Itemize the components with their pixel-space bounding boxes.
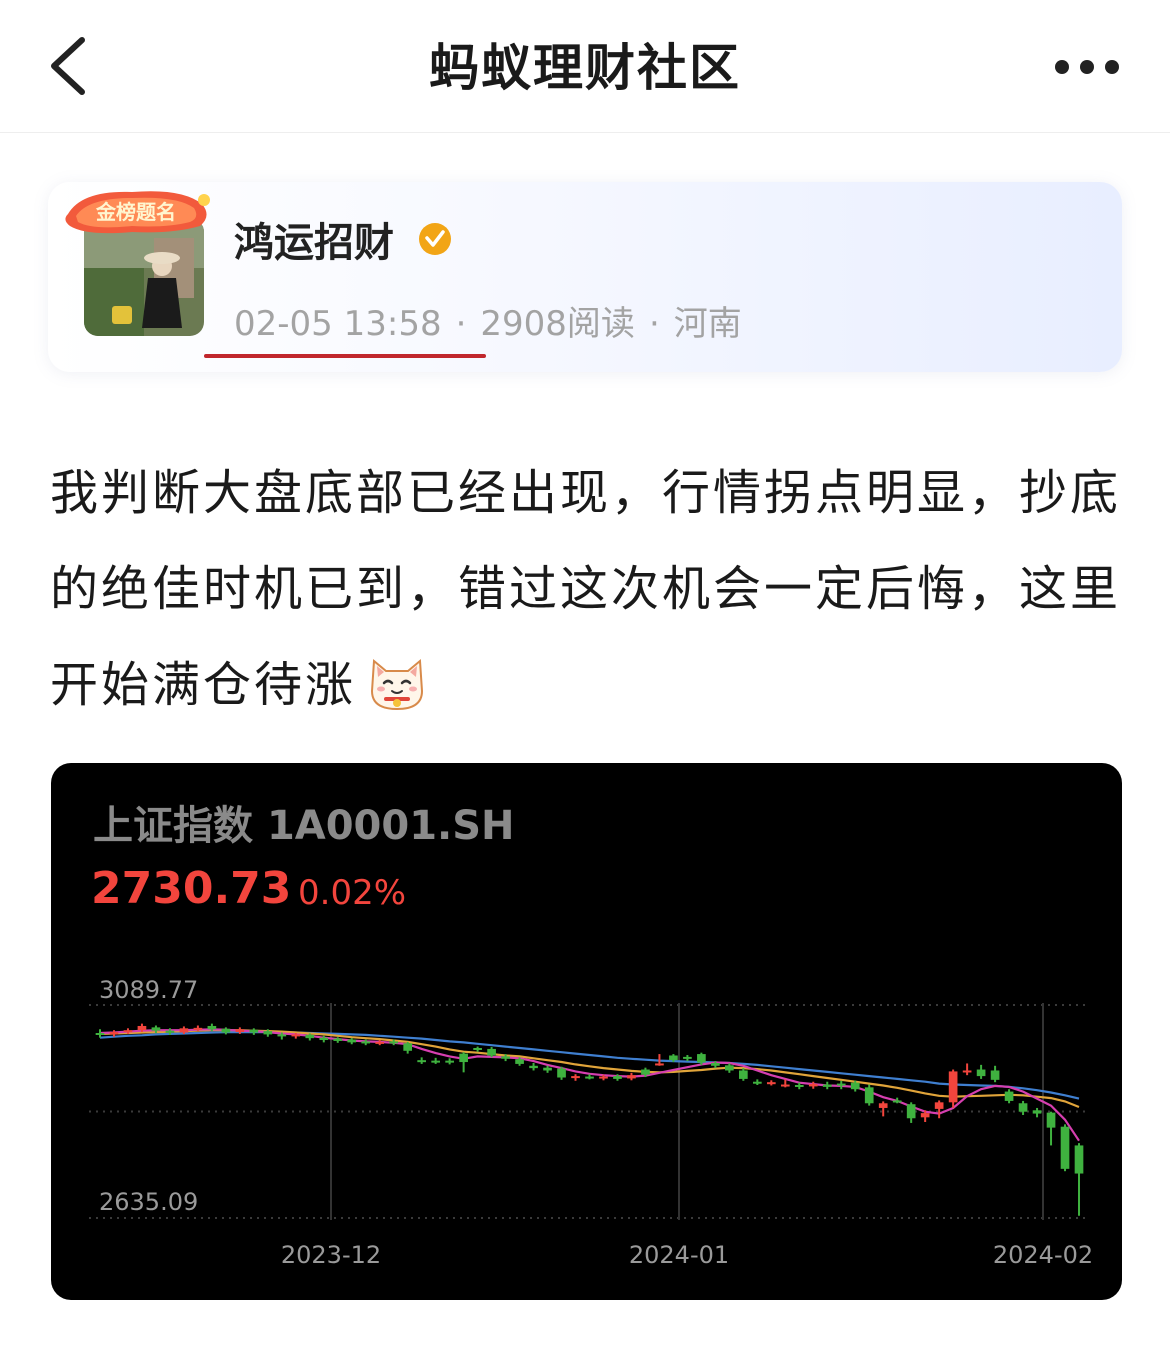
- lucky-cat-emoji-icon: [371, 658, 424, 711]
- x-label: 2024-02: [993, 1241, 1093, 1269]
- candle-body: [1032, 1110, 1042, 1114]
- candle-body: [445, 1060, 454, 1063]
- candle-body: [151, 1027, 161, 1031]
- candle-body: [1060, 1126, 1070, 1169]
- candle-body: [585, 1076, 594, 1079]
- candle-body: [179, 1028, 189, 1033]
- ma10-line: [99, 1029, 1080, 1109]
- candle-body: [333, 1038, 343, 1041]
- candle-body: [1018, 1103, 1028, 1112]
- y-label-max: 3089.77: [99, 976, 198, 1004]
- candle-body: [109, 1032, 119, 1035]
- candle-body: [1046, 1112, 1056, 1128]
- post-location: 河南: [673, 304, 742, 344]
- candle-body: [892, 1100, 902, 1103]
- svg-text:金榜题名: 金榜题名: [95, 200, 176, 224]
- candle-body: [613, 1076, 622, 1079]
- candle-body: [948, 1071, 958, 1103]
- candle-body: [962, 1070, 972, 1073]
- candle-body: [557, 1068, 566, 1078]
- candle-body: [934, 1102, 944, 1109]
- candle-body: [529, 1065, 538, 1069]
- candle-body: [822, 1084, 832, 1087]
- rank-badge-icon: 金榜题名: [65, 191, 210, 234]
- more-options-icon[interactable]: [1052, 55, 1122, 79]
- candle-body: [808, 1084, 818, 1087]
- candle-body: [207, 1025, 217, 1030]
- candle-body: [976, 1069, 986, 1077]
- candle-body: [1004, 1091, 1014, 1101]
- candle-body: [780, 1084, 790, 1087]
- candle-body: [165, 1030, 175, 1033]
- candle-body: [375, 1041, 385, 1044]
- candle-body: [711, 1062, 720, 1066]
- candle-body: [249, 1029, 259, 1033]
- read-count: 2908阅读: [480, 304, 635, 344]
- candle-body: [920, 1113, 930, 1118]
- candle-body: [193, 1027, 203, 1030]
- candle-body: [836, 1083, 846, 1086]
- candle-body: [515, 1059, 524, 1064]
- candle-body: [361, 1041, 371, 1044]
- x-label: 2023-12: [281, 1241, 381, 1269]
- candle-body: [431, 1060, 440, 1063]
- candle-body: [123, 1030, 133, 1033]
- candle-body: [683, 1056, 692, 1059]
- candle-body: [906, 1104, 916, 1119]
- candle-body: [571, 1076, 580, 1079]
- candlestick-chart: 3089.77 2635.09 2023-12 2024-01 2024-02: [89, 976, 1093, 1269]
- candle-body: [599, 1076, 608, 1079]
- candle-body: [878, 1103, 888, 1108]
- candle-body: [305, 1034, 315, 1039]
- candle-body: [864, 1087, 874, 1104]
- candle-body: [487, 1048, 496, 1056]
- verified-badge-icon: [419, 223, 451, 255]
- candle-body: [319, 1037, 329, 1041]
- author-name[interactable]: 鸿运招财: [234, 210, 394, 268]
- top-nav-bar: 蚂蚁理财社区: [0, 0, 1170, 133]
- post-meta: 02-05 13:58 · 2908阅读 · 河南: [234, 304, 742, 344]
- candle-body: [669, 1055, 678, 1061]
- candle-body: [277, 1034, 287, 1037]
- x-label: 2024-01: [629, 1241, 729, 1269]
- candle-body: [1074, 1145, 1084, 1174]
- page-title: 蚂蚁理财社区: [429, 39, 741, 97]
- candle-body: [417, 1060, 427, 1063]
- annotation-underline: [204, 354, 486, 358]
- candle-body: [850, 1082, 860, 1090]
- candle-body: [543, 1067, 552, 1071]
- candle-body: [794, 1084, 804, 1087]
- candle-body: [263, 1031, 273, 1035]
- candle-body: [235, 1029, 245, 1033]
- candle-body: [403, 1043, 413, 1051]
- candle-body: [641, 1069, 650, 1075]
- candle-body: [137, 1025, 147, 1031]
- candle-body: [459, 1053, 468, 1063]
- y-label-min: 2635.09: [99, 1188, 198, 1216]
- candle-body: [697, 1054, 706, 1063]
- candle-body: [291, 1034, 301, 1037]
- candle-body: [990, 1070, 1000, 1080]
- candle-body: [655, 1063, 664, 1066]
- candle-body: [501, 1056, 510, 1059]
- candle-body: [725, 1065, 734, 1071]
- candle-body: [221, 1028, 231, 1033]
- candle-body: [473, 1047, 482, 1050]
- candle-body: [389, 1041, 399, 1044]
- post-body: 我判断大盘底部已经出现，行情拐点明显，抄底的绝佳时机已到，错过这次机会一定后悔，…: [50, 445, 1130, 733]
- post-date: 02-05 13:58: [234, 304, 442, 344]
- candle-body: [627, 1075, 636, 1079]
- post-text: 我判断大盘底部已经出现，行情拐点明显，抄底的绝佳时机已到，错过这次机会一定后悔，…: [50, 465, 1122, 713]
- stock-chart-card[interactable]: 上证指数 1A0001.SH 2730.73 0.02% 3089.77 2635…: [51, 763, 1122, 1300]
- candle-body: [766, 1082, 776, 1085]
- candle-body: [752, 1081, 762, 1084]
- ma5-line: [99, 1028, 1080, 1142]
- candle-body: [95, 1033, 105, 1035]
- candle-body: [739, 1070, 748, 1079]
- candle-body: [347, 1039, 357, 1043]
